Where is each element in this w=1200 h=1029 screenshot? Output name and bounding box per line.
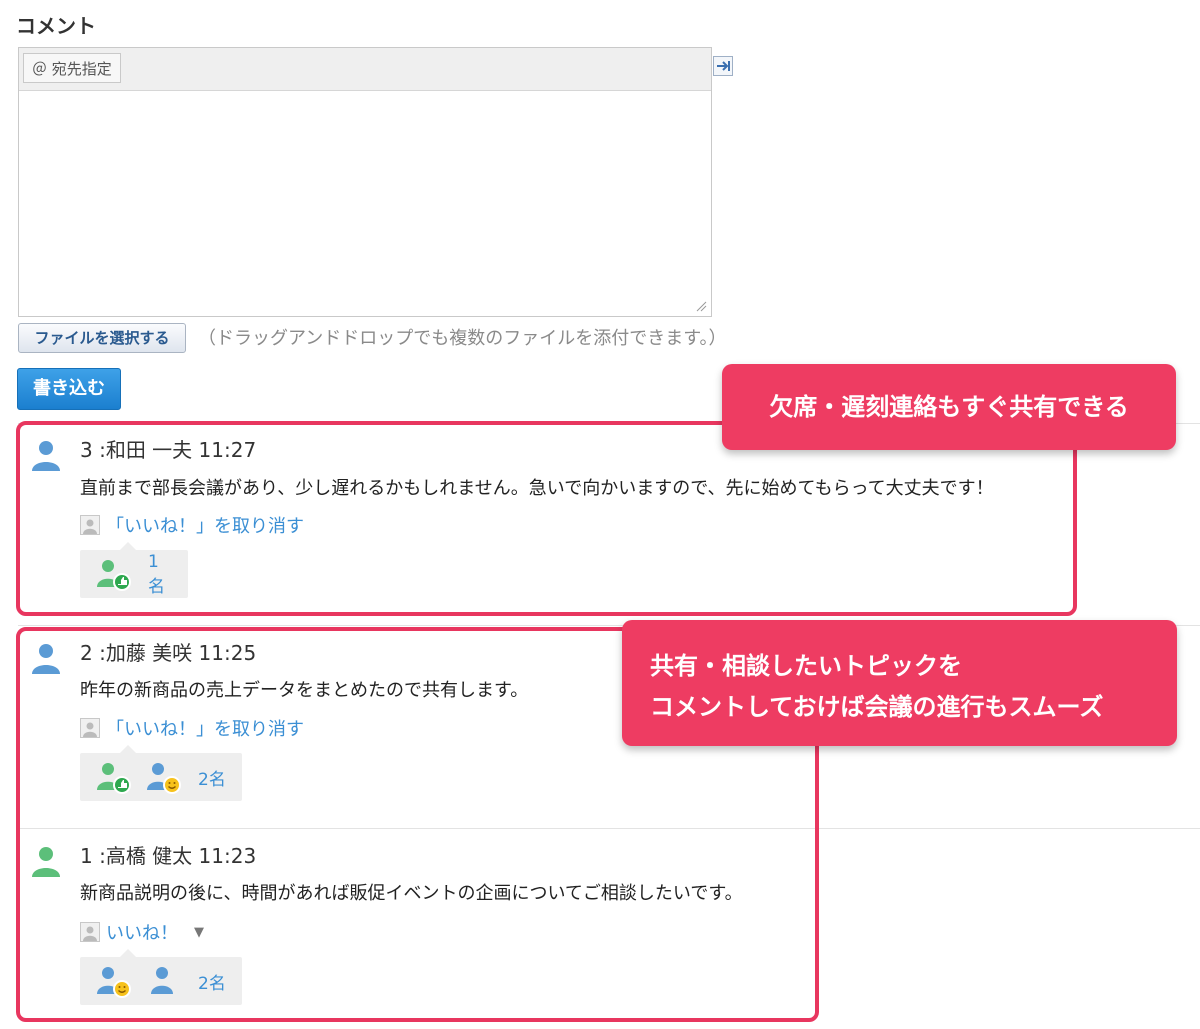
choose-file-button[interactable]: ファイルを選択する bbox=[18, 323, 186, 353]
callout-meeting-topics: 共有・相談したいトピックを コメントしておけば会議の進行もスムーズ bbox=[622, 620, 1177, 746]
callout-line: 共有・相談したいトピックを bbox=[650, 652, 962, 680]
comment-editor[interactable]: ＠ 宛先指定 bbox=[18, 47, 712, 317]
resize-grip-icon[interactable] bbox=[695, 300, 707, 312]
expand-editor-icon[interactable] bbox=[713, 56, 733, 76]
callout-line: コメントしておけば会議の進行もスムーズ bbox=[650, 693, 1104, 721]
callout-absence-notice: 欠席・遅刻連絡もすぐ共有できる bbox=[722, 364, 1176, 450]
editor-toolbar: ＠ 宛先指定 bbox=[19, 48, 711, 91]
file-drop-hint: （ドラッグアンドドロップでも複数のファイルを添付できます。） bbox=[198, 328, 727, 349]
submit-comment-button[interactable]: 書き込む bbox=[17, 368, 121, 410]
comment-section-title: コメント bbox=[16, 14, 96, 38]
highlight-frame bbox=[16, 421, 1077, 616]
mention-button[interactable]: ＠ 宛先指定 bbox=[23, 53, 121, 83]
